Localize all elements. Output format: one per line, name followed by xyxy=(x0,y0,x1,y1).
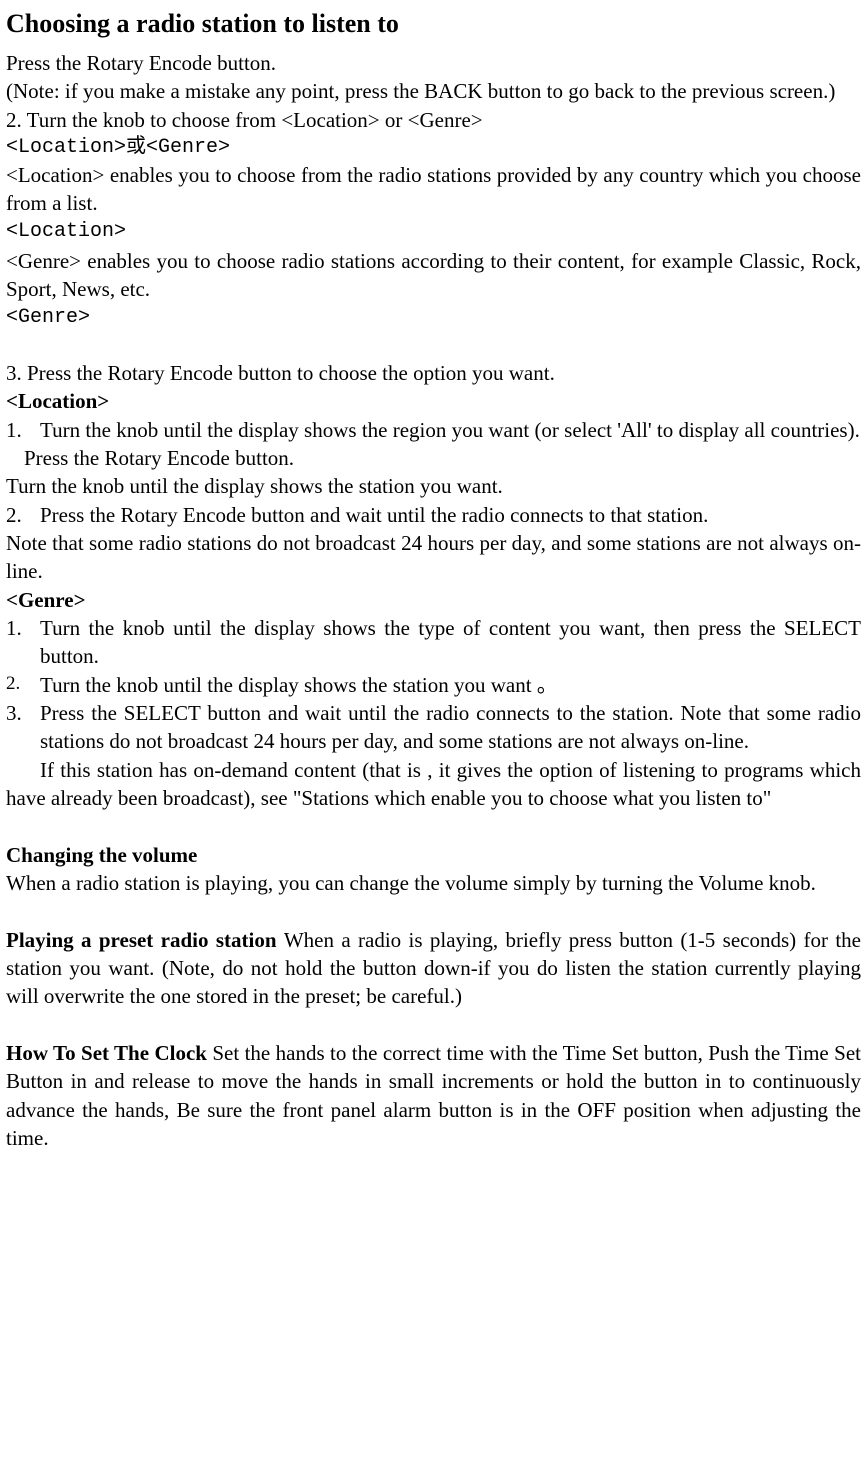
list-number: 1. xyxy=(6,416,26,444)
genre-item-1: 1. Turn the knob until the display shows… xyxy=(6,614,861,671)
location-note: Note that some radio stations do not bro… xyxy=(6,529,861,586)
mono-location: <Location> xyxy=(6,218,861,245)
clock-para: How To Set The Clock Set the hands to th… xyxy=(6,1039,861,1152)
genre-if-note: If this station has on-demand content (t… xyxy=(6,756,861,813)
mono-genre: <Genre> xyxy=(6,304,861,331)
para-note-back: (Note: if you make a mistake any point, … xyxy=(6,77,861,105)
genre-header: <Genre> xyxy=(6,586,861,614)
genre-item-2: 2. Turn the knob until the display shows… xyxy=(6,671,861,699)
list-body: Press the Rotary Encode button and wait … xyxy=(40,501,861,529)
blank-line xyxy=(6,812,861,840)
list-gap xyxy=(26,501,40,529)
location-item-2: 2. Press the Rotary Encode button and wa… xyxy=(6,501,861,529)
para-step3: 3. Press the Rotary Encode button to cho… xyxy=(6,359,861,387)
para-press-rotary: Press the Rotary Encode button. xyxy=(6,49,861,77)
list-number: 1. xyxy=(6,614,26,671)
location-item-1b: Press the Rotary Encode button. xyxy=(6,444,861,472)
location-header: <Location> xyxy=(6,387,861,415)
list-gap xyxy=(26,416,40,444)
list-gap xyxy=(26,614,40,671)
volume-header: Changing the volume xyxy=(6,841,861,869)
para-genre-desc: <Genre> enables you to choose radio stat… xyxy=(6,247,861,304)
list-body: Turn the knob until the display shows th… xyxy=(40,614,861,671)
location-turn: Turn the knob until the display shows th… xyxy=(6,472,861,500)
volume-body: When a radio station is playing, you can… xyxy=(6,869,861,897)
list-gap xyxy=(26,699,40,756)
blank-line xyxy=(6,897,861,925)
clock-header: How To Set The Clock xyxy=(6,1041,212,1065)
location-item-1: 1. Turn the knob until the display shows… xyxy=(6,416,861,444)
list-body: Turn the knob until the display shows th… xyxy=(40,416,861,444)
list-body: Turn the knob until the display shows th… xyxy=(40,671,861,699)
list-body: Press the SELECT button and wait until t… xyxy=(40,699,861,756)
para-step2: 2. Turn the knob to choose from <Locatio… xyxy=(6,106,861,134)
list-gap xyxy=(26,671,40,699)
para-location-desc: <Location> enables you to choose from th… xyxy=(6,161,861,218)
preset-para: Playing a preset radio station When a ra… xyxy=(6,926,861,1011)
blank-line xyxy=(6,331,861,359)
page-title: Choosing a radio station to listen to xyxy=(6,6,861,41)
genre-item-3: 3. Press the SELECT button and wait unti… xyxy=(6,699,861,756)
document-page: Choosing a radio station to listen to Pr… xyxy=(0,0,865,1182)
preset-header: Playing a preset radio station xyxy=(6,928,284,952)
list-number: 2. xyxy=(6,501,26,529)
list-number: 3. xyxy=(6,699,26,756)
blank-line xyxy=(6,1011,861,1039)
list-number: 2. xyxy=(6,671,26,699)
mono-location-genre: <Location>或<Genre> xyxy=(6,134,861,161)
